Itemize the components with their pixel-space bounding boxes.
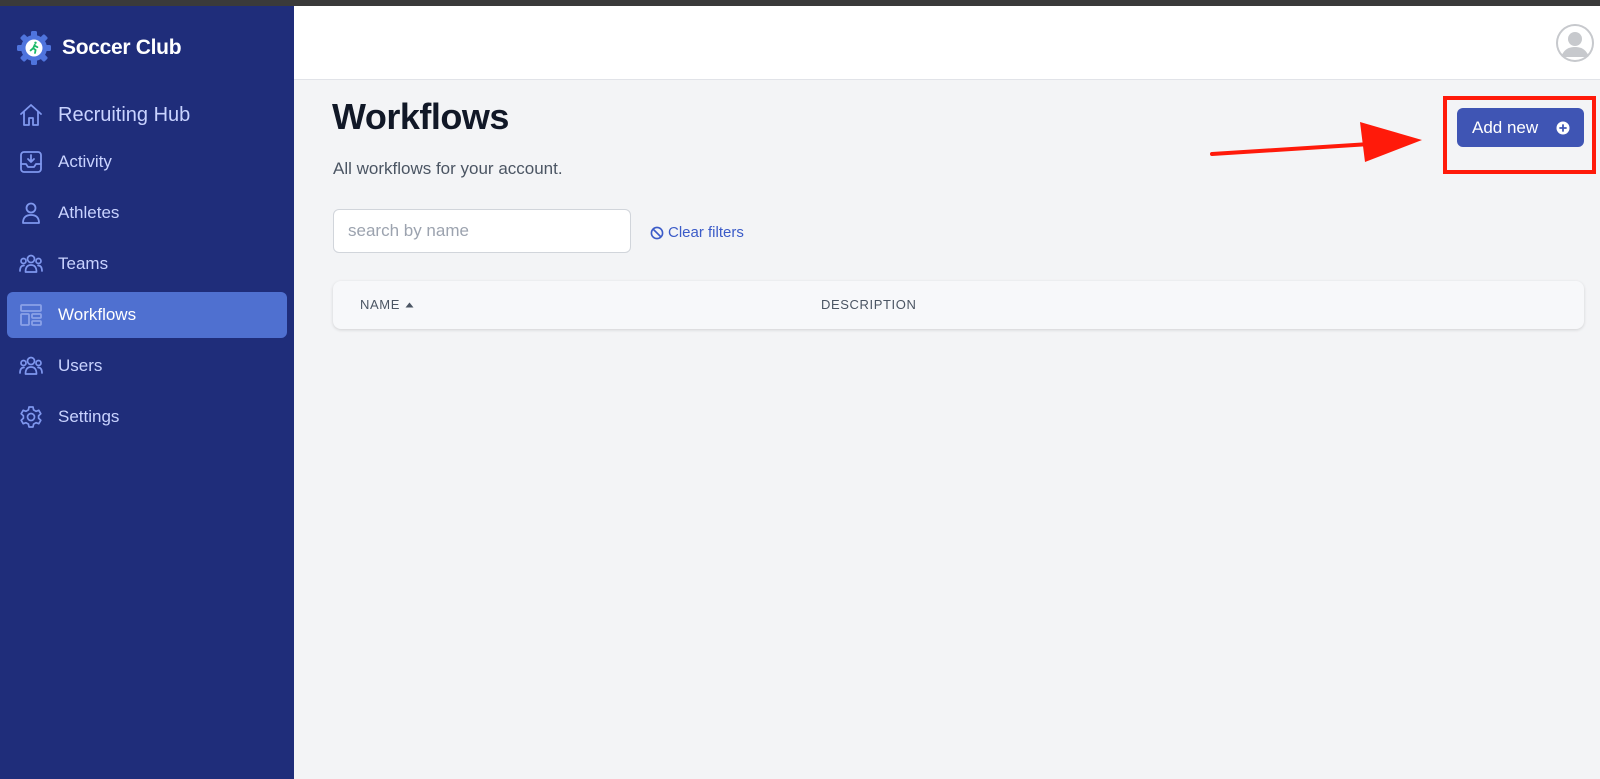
clear-filters-button[interactable]: Clear filters — [650, 224, 744, 241]
user-avatar-icon[interactable] — [1556, 24, 1594, 62]
inbox-download-icon — [20, 151, 42, 173]
column-header-label: NAME — [360, 297, 400, 312]
brand-name: Soccer Club — [62, 36, 182, 59]
clear-filters-label: Clear filters — [668, 224, 744, 241]
users-group-icon — [19, 356, 43, 375]
search-input[interactable] — [333, 209, 631, 253]
sidebar-item-workflows[interactable]: Workflows — [7, 292, 287, 338]
sidebar: Soccer Club Recruiting Hub Activity Athl… — [0, 6, 294, 779]
gear-icon — [20, 406, 42, 428]
sidebar-item-label: Workflows — [58, 305, 137, 324]
users-group-icon — [19, 254, 43, 273]
ban-icon — [650, 226, 664, 239]
sidebar-item-label: Users — [58, 356, 103, 375]
column-header-description[interactable]: DESCRIPTION — [821, 297, 916, 312]
brand[interactable]: Soccer Club — [16, 30, 182, 66]
sidebar-item-label: Teams — [58, 254, 109, 273]
top-header — [294, 6, 1600, 80]
sort-ascending-icon — [405, 302, 414, 307]
gear-runner-logo-icon — [17, 31, 51, 65]
sidebar-item-label: Activity — [58, 152, 112, 171]
sidebar-item-settings[interactable]: Settings — [7, 394, 287, 440]
sidebar-item-label: Athletes — [58, 203, 120, 222]
sidebar-item-label: Recruiting Hub — [58, 103, 191, 126]
annotation-highlight-box — [1443, 96, 1596, 174]
sidebar-item-teams[interactable]: Teams — [7, 241, 287, 287]
sidebar-nav: Recruiting Hub Activity Athletes Teams W… — [7, 92, 287, 445]
sidebar-item-athletes[interactable]: Athletes — [7, 190, 287, 236]
user-icon — [22, 202, 40, 224]
page-title: Workflows — [332, 96, 509, 137]
template-icon — [20, 304, 42, 326]
column-header-name[interactable]: NAME — [360, 297, 414, 312]
page-subtitle: All workflows for your account. — [333, 159, 563, 178]
sidebar-item-recruiting-hub[interactable]: Recruiting Hub — [7, 92, 287, 138]
sidebar-item-activity[interactable]: Activity — [7, 139, 287, 185]
workflows-table: NAME DESCRIPTION — [333, 281, 1584, 329]
annotation-arrow-icon — [1210, 122, 1422, 162]
home-icon — [20, 104, 42, 126]
sidebar-item-users[interactable]: Users — [7, 343, 287, 389]
sidebar-item-label: Settings — [58, 407, 120, 426]
column-header-label: DESCRIPTION — [821, 297, 917, 312]
